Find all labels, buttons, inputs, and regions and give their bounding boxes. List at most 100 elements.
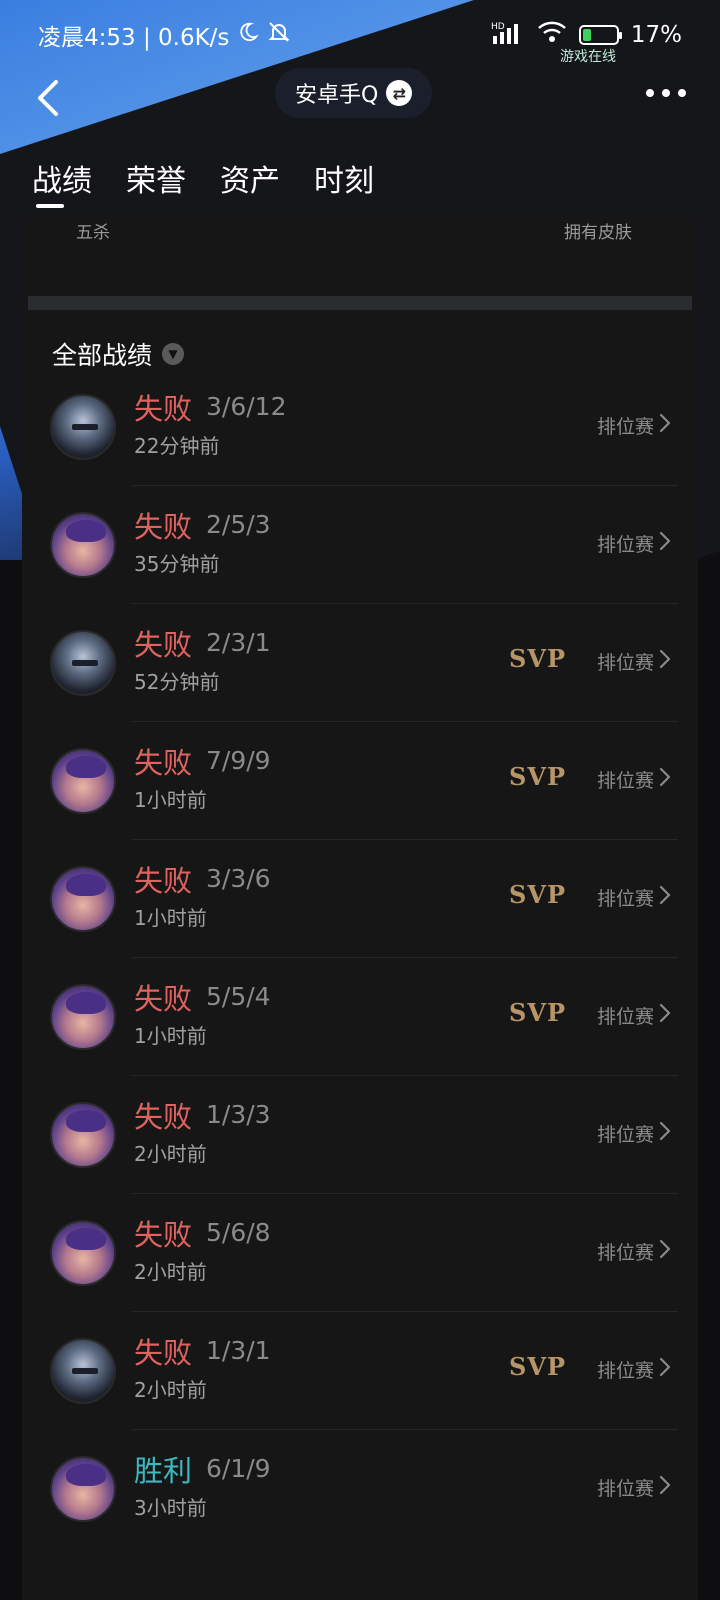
chevron-right-icon xyxy=(659,413,671,433)
match-row[interactable]: 失败 3/6/12 22分钟前 排位赛 xyxy=(22,368,698,486)
match-result: 失败 xyxy=(134,628,193,662)
battery-level: 17% xyxy=(630,22,682,48)
match-kda: 1/3/1 xyxy=(206,1336,271,1365)
match-mode: 排位赛 xyxy=(596,1006,654,1028)
match-kda: 5/6/8 xyxy=(206,1218,271,1247)
record-card: 五杀 拥有皮肤 全部战绩 ▼ 失败 3/6/12 22分钟前 排位赛 失败 2/5/3 35… xyxy=(22,218,698,1600)
match-kda: 6/1/9 xyxy=(206,1454,271,1483)
network-label: HD xyxy=(491,22,505,32)
chevron-right-icon xyxy=(659,1003,671,1023)
match-row[interactable]: 失败 2/3/1 52分钟前 SVP 排位赛 xyxy=(22,604,698,722)
match-time: 2小时前 xyxy=(134,1260,207,1284)
match-mode: 排位赛 xyxy=(596,1242,654,1264)
battery-icon xyxy=(578,25,622,45)
chevron-right-icon xyxy=(659,1121,671,1141)
match-result: 失败 xyxy=(134,1218,193,1252)
match-kda: 3/6/12 xyxy=(206,392,287,421)
match-row[interactable]: 失败 5/5/4 1小时前 SVP 排位赛 xyxy=(22,958,698,1076)
match-time: 1小时前 xyxy=(134,788,207,812)
chevron-right-icon xyxy=(659,767,671,787)
svp-badge: SVP xyxy=(509,762,566,791)
moon-icon xyxy=(237,21,260,49)
hero-avatar xyxy=(50,1338,116,1404)
match-result: 失败 xyxy=(134,510,193,544)
match-row[interactable]: 失败 1/3/3 2小时前 排位赛 xyxy=(22,1076,698,1194)
signal-icon: HD xyxy=(491,20,525,50)
match-result: 胜利 xyxy=(134,1454,193,1488)
bell-muted-icon xyxy=(267,20,291,50)
match-mode: 排位赛 xyxy=(596,416,654,438)
match-result: 失败 xyxy=(134,982,193,1016)
chevron-right-icon xyxy=(659,1239,671,1259)
skins-owned-label: 拥有皮肤 xyxy=(564,223,632,243)
match-list: 失败 3/6/12 22分钟前 排位赛 失败 2/5/3 35分钟前 排位赛 失败 2/3/1 52… xyxy=(22,368,698,1548)
match-row[interactable]: 失败 5/6/8 2小时前 排位赛 xyxy=(22,1194,698,1312)
tab-assets[interactable]: 资产 xyxy=(220,156,280,206)
status-time-speed: 凌晨4:53 | 0.6K/s xyxy=(38,25,230,51)
match-mode: 排位赛 xyxy=(596,1478,654,1500)
chevron-right-icon xyxy=(659,885,671,905)
hero-avatar xyxy=(50,1456,116,1522)
chevron-right-icon xyxy=(659,1357,671,1377)
match-mode: 排位赛 xyxy=(596,888,654,910)
hero-avatar xyxy=(50,512,116,578)
match-time: 1小时前 xyxy=(134,906,207,930)
chevron-left-icon xyxy=(38,80,58,116)
more-menu-button[interactable] xyxy=(646,80,686,106)
match-mode: 排位赛 xyxy=(596,652,654,674)
match-row[interactable]: 失败 3/3/6 1小时前 SVP 排位赛 xyxy=(22,840,698,958)
chevron-right-icon xyxy=(659,649,671,669)
hero-avatar xyxy=(50,630,116,696)
pentakill-label: 五杀 xyxy=(76,223,110,243)
swap-icon: ⇄ xyxy=(386,80,413,106)
account-switcher[interactable]: 安卓手Q ⇄ xyxy=(275,68,433,118)
tab-record[interactable]: 战绩 xyxy=(32,156,92,208)
match-filter-dropdown[interactable]: 全部战绩 ▼ xyxy=(52,336,185,372)
match-kda: 5/5/4 xyxy=(206,982,271,1011)
match-kda: 3/3/6 xyxy=(206,864,271,893)
match-kda: 7/9/9 xyxy=(206,746,271,775)
account-name: 安卓手Q xyxy=(295,83,379,108)
hero-avatar xyxy=(50,984,116,1050)
chevron-right-icon xyxy=(659,1475,671,1495)
match-result: 失败 xyxy=(134,1336,193,1370)
more-dot-icon xyxy=(662,89,670,97)
hero-avatar xyxy=(50,394,116,460)
top-stats: 五杀 拥有皮肤 xyxy=(22,218,698,298)
hero-avatar xyxy=(50,866,116,932)
tab-honor[interactable]: 荣誉 xyxy=(126,156,186,206)
match-row[interactable]: 失败 7/9/9 1小时前 SVP 排位赛 xyxy=(22,722,698,840)
tab-moments[interactable]: 时刻 xyxy=(314,156,374,206)
hero-avatar xyxy=(50,1220,116,1286)
back-button[interactable] xyxy=(28,76,72,120)
more-dot-icon xyxy=(646,89,654,97)
match-time: 2小时前 xyxy=(134,1378,207,1402)
filter-label: 全部战绩 xyxy=(52,341,153,370)
match-time: 3小时前 xyxy=(134,1496,207,1520)
match-mode: 排位赛 xyxy=(596,770,654,792)
section-divider xyxy=(28,296,692,310)
match-time: 52分钟前 xyxy=(134,670,220,694)
match-time: 22分钟前 xyxy=(134,434,220,458)
match-mode: 排位赛 xyxy=(596,534,654,556)
match-row[interactable]: 失败 1/3/1 2小时前 SVP 排位赛 xyxy=(22,1312,698,1430)
match-result: 失败 xyxy=(134,864,193,898)
tab-bar: 战绩 荣誉 资产 时刻 xyxy=(32,156,374,208)
match-row[interactable]: 胜利 6/1/9 3小时前 排位赛 xyxy=(22,1430,698,1548)
match-kda: 1/3/3 xyxy=(206,1100,271,1129)
more-dot-icon xyxy=(678,89,686,97)
hero-avatar xyxy=(50,748,116,814)
hero-avatar xyxy=(50,1102,116,1168)
match-result: 失败 xyxy=(134,746,193,780)
svp-badge: SVP xyxy=(509,1352,566,1381)
chevron-down-icon: ▼ xyxy=(162,343,185,365)
chevron-right-icon xyxy=(659,531,671,551)
match-kda: 2/5/3 xyxy=(206,510,271,539)
match-time: 2小时前 xyxy=(134,1142,207,1166)
top-bar: 安卓手Q ⇄ xyxy=(0,68,720,128)
match-result: 失败 xyxy=(134,1100,193,1134)
match-time: 35分钟前 xyxy=(134,552,220,576)
match-result: 失败 xyxy=(134,392,193,426)
match-row[interactable]: 失败 2/5/3 35分钟前 排位赛 xyxy=(22,486,698,604)
svp-badge: SVP xyxy=(509,880,566,909)
